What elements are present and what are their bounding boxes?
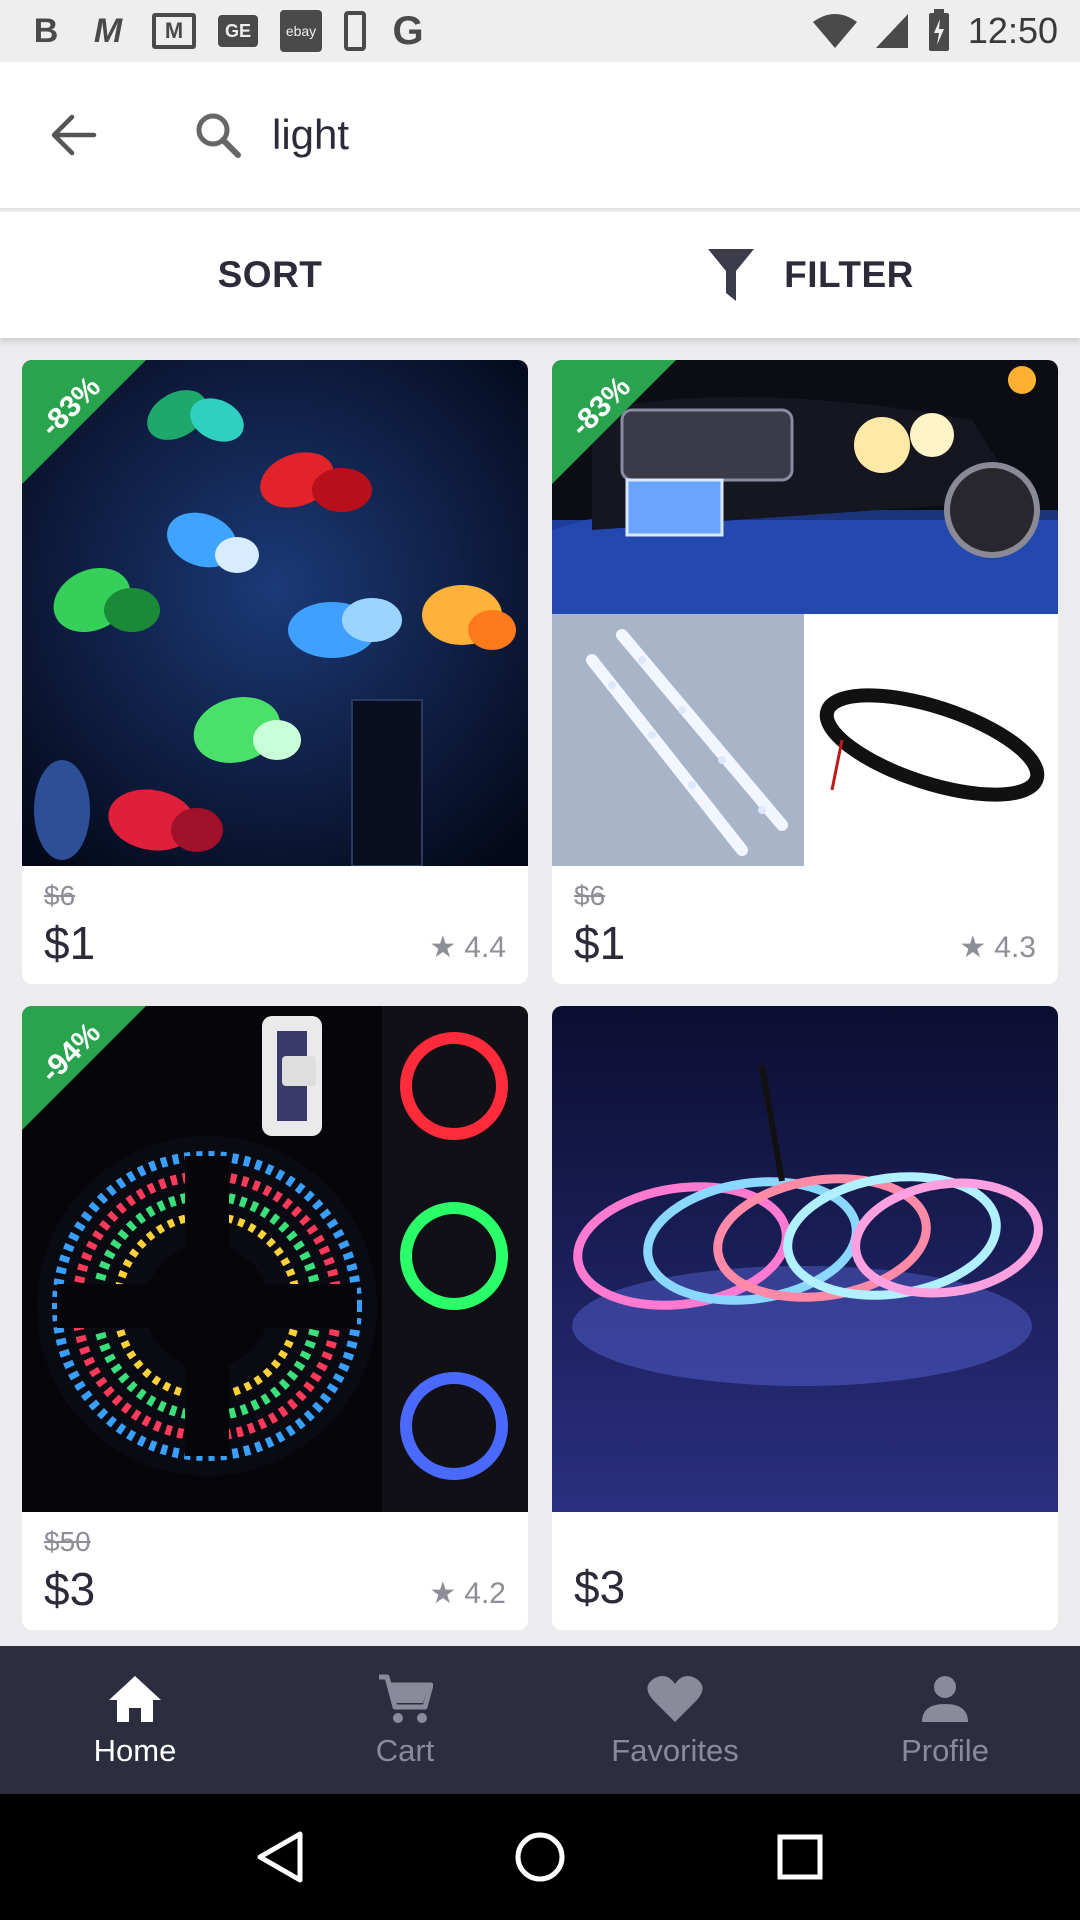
- cart-icon: [377, 1671, 433, 1727]
- person-icon: [917, 1671, 973, 1727]
- product-card[interactable]: $3: [552, 1006, 1058, 1630]
- system-status: 12:50: [812, 9, 1058, 53]
- discount-badge: -83%: [22, 360, 146, 484]
- nav-label: Favorites: [611, 1733, 739, 1768]
- ebay-app-icon: ebay: [280, 10, 322, 52]
- system-home-button[interactable]: [505, 1822, 575, 1892]
- rating: ★ 4.4: [429, 930, 506, 965]
- nav-favorites[interactable]: Favorites: [540, 1646, 810, 1794]
- sale-price: $1: [44, 917, 96, 969]
- sale-price: $1: [574, 917, 626, 969]
- notification-icons: B M M GE ebay G: [28, 8, 428, 53]
- nav-profile[interactable]: Profile: [810, 1646, 1080, 1794]
- product-card[interactable]: -83% $6 $1 ★ 4.4: [22, 360, 528, 984]
- product-card[interactable]: -83% $6 $1 ★ 4.3: [552, 360, 1058, 984]
- rating-value: 4.4: [464, 930, 506, 964]
- sale-price: $3: [574, 1561, 626, 1613]
- sort-filter-bar: SORT FILTER: [0, 212, 1080, 338]
- original-price: $6: [44, 880, 76, 911]
- status-bar: B M M GE ebay G 12:50: [0, 0, 1080, 62]
- star-icon: ★: [429, 931, 457, 964]
- b-app-icon: B: [33, 11, 59, 50]
- heart-icon: [647, 1671, 703, 1727]
- product-info: $3: [552, 1512, 1058, 1630]
- cell-signal-icon: [875, 14, 908, 48]
- original-price: $6: [574, 880, 606, 911]
- back-arrow-icon: [51, 114, 97, 156]
- star-icon: ★: [429, 1577, 457, 1610]
- circle-home-icon: [515, 1832, 565, 1882]
- back-button[interactable]: [0, 61, 148, 209]
- google-icon: G: [392, 8, 424, 53]
- clock: 12:50: [967, 10, 1058, 51]
- discount-badge: -83%: [552, 360, 676, 484]
- home-icon: [107, 1671, 163, 1727]
- system-navigation: [0, 1794, 1080, 1920]
- phone-icon: [344, 11, 366, 51]
- search-input[interactable]: [272, 111, 972, 159]
- product-image: [552, 1006, 1058, 1512]
- product-card[interactable]: -94% $50 $3 ★ 4.2: [22, 1006, 528, 1630]
- system-back-button[interactable]: [245, 1822, 315, 1892]
- product-info: $50 $3 ★ 4.2: [22, 1512, 528, 1630]
- m-app-icon: M: [93, 11, 123, 50]
- filter-label: FILTER: [784, 254, 914, 295]
- battery-icon: [928, 9, 949, 51]
- nav-label: Cart: [375, 1733, 435, 1768]
- rating: ★ 4.2: [429, 1576, 506, 1611]
- ge-app-icon: GE: [218, 15, 258, 47]
- original-price: $50: [44, 1526, 91, 1557]
- sale-price: $3: [44, 1563, 96, 1615]
- search-icon: [188, 105, 248, 165]
- product-info: $6 $1 ★ 4.3: [552, 866, 1058, 984]
- nav-home[interactable]: Home: [0, 1646, 270, 1794]
- sort-label: SORT: [217, 254, 323, 295]
- filter-button[interactable]: FILTER: [540, 212, 1080, 338]
- star-icon: ★: [959, 931, 987, 964]
- filter-icon: [706, 247, 756, 303]
- product-info: $6 $1 ★ 4.4: [22, 866, 528, 984]
- gmail-icon: M: [152, 13, 196, 49]
- system-recents-button[interactable]: [765, 1822, 835, 1892]
- sort-button[interactable]: SORT: [0, 212, 540, 338]
- bottom-navigation: Home Cart Favorites Profile: [0, 1646, 1080, 1794]
- product-grid: -83% $6 $1 ★ 4.4 -83% $6 $1 ★ 4.3 -94% $…: [22, 360, 1058, 1630]
- rating-value: 4.3: [994, 930, 1036, 964]
- triangle-back-icon: [257, 1831, 303, 1883]
- search-header: [0, 62, 1080, 210]
- nav-label: Profile: [901, 1733, 989, 1768]
- wifi-icon: [812, 14, 857, 48]
- discount-badge: -94%: [22, 1006, 146, 1130]
- nav-label: Home: [93, 1733, 177, 1768]
- square-recents-icon: [777, 1834, 823, 1880]
- rating: ★ 4.3: [959, 930, 1036, 965]
- rating-value: 4.2: [464, 1576, 506, 1610]
- nav-cart[interactable]: Cart: [270, 1646, 540, 1794]
